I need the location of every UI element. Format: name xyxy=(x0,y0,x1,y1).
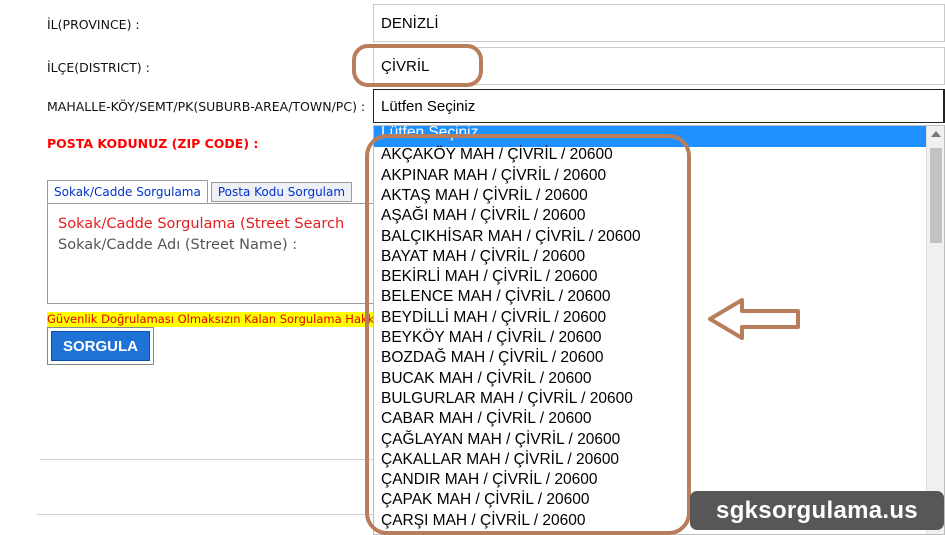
dropdown-option[interactable]: AKTAŞ MAH / ÇİVRİL / 20600 xyxy=(374,186,927,206)
street-name-label: Sokak/Cadde Adı (Street Name) : xyxy=(58,237,298,253)
dropdown-option[interactable]: AKPINAR MAH / ÇİVRİL / 20600 xyxy=(374,166,927,186)
district-field[interactable]: ÇİVRİL xyxy=(373,47,945,85)
dropdown-option[interactable]: BULGURLAR MAH / ÇİVRİL / 20600 xyxy=(374,389,927,409)
dropdown-scrollbar[interactable] xyxy=(926,126,944,534)
scroll-thumb[interactable] xyxy=(930,148,942,243)
dropdown-option[interactable]: AKÇAKÖY MAH / ÇİVRİL / 20600 xyxy=(374,145,927,165)
province-field[interactable]: DENİZLİ xyxy=(373,4,945,42)
dropdown-option[interactable]: BELENCE MAH / ÇİVRİL / 20600 xyxy=(374,287,927,307)
neighborhood-select[interactable]: Lütfen Seçiniz xyxy=(373,89,945,123)
dropdown-option[interactable]: BAYAT MAH / ÇİVRİL / 20600 xyxy=(374,247,927,267)
left-arrow-annotation-icon xyxy=(708,298,800,340)
dropdown-option-selected[interactable]: Lütfen Seçiniz xyxy=(374,126,927,147)
search-button[interactable]: SORGULA xyxy=(51,331,150,361)
neighborhood-label: MAHALLE-KÖY/SEMT/PK(SUBURB-AREA/TOWN/PC)… xyxy=(47,99,366,114)
search-panel: Sokak/Cadde Sorgulama Posta Kodu Sorgula… xyxy=(47,180,373,304)
dropdown-option[interactable]: AŞAĞI MAH / ÇİVRİL / 20600 xyxy=(374,206,927,226)
tab-postcode-search[interactable]: Posta Kodu Sorgulam xyxy=(210,182,353,202)
scroll-up-arrow-icon[interactable] xyxy=(931,131,941,137)
dropdown-option[interactable]: BOZDAĞ MAH / ÇİVRİL / 20600 xyxy=(374,348,927,368)
dropdown-option[interactable]: BALÇIKHİSAR MAH / ÇİVRİL / 20600 xyxy=(374,227,927,247)
dropdown-option[interactable]: CABAR MAH / ÇİVRİL / 20600 xyxy=(374,409,927,429)
neighborhood-dropdown-list[interactable]: Lütfen Seçiniz AKÇAKÖY MAH / ÇİVRİL / 206… xyxy=(373,125,945,535)
tab-panel-body: Sokak/Cadde Sorgulama (Street Search Sok… xyxy=(47,203,373,304)
watermark: sgksorgulama.us xyxy=(690,491,944,530)
district-label: İLÇE(DISTRICT) : xyxy=(47,60,150,75)
security-note: Güvenlik Doğrulaması Olmaksızın Kalan So… xyxy=(47,312,373,327)
dropdown-option[interactable]: BEYKÖY MAH / ÇİVRİL / 20600 xyxy=(374,328,927,348)
dropdown-option[interactable]: BEKİRLİ MAH / ÇİVRİL / 20600 xyxy=(374,267,927,287)
divider xyxy=(37,514,373,515)
tab-street-search[interactable]: Sokak/Cadde Sorgulama xyxy=(47,180,208,204)
dropdown-option[interactable]: BUCAK MAH / ÇİVRİL / 20600 xyxy=(374,369,927,389)
province-label: İL(PROVINCE) : xyxy=(47,17,140,32)
zip-code-label: POSTA KODUNUZ (ZIP CODE) : xyxy=(47,136,259,151)
divider xyxy=(40,459,373,460)
search-button-frame: SORGULA xyxy=(47,327,154,365)
dropdown-option[interactable]: ÇANDIR MAH / ÇİVRİL / 20600 xyxy=(374,470,927,490)
dropdown-option[interactable]: ÇAĞLAYAN MAH / ÇİVRİL / 20600 xyxy=(374,430,927,450)
dropdown-option[interactable]: BEYDİLLİ MAH / ÇİVRİL / 20600 xyxy=(374,308,927,328)
panel-title: Sokak/Cadde Sorgulama (Street Search xyxy=(58,216,345,232)
dropdown-option[interactable]: ÇAKALLAR MAH / ÇİVRİL / 20600 xyxy=(374,450,927,470)
tab-bar: Sokak/Cadde Sorgulama Posta Kodu Sorgula… xyxy=(47,180,355,204)
